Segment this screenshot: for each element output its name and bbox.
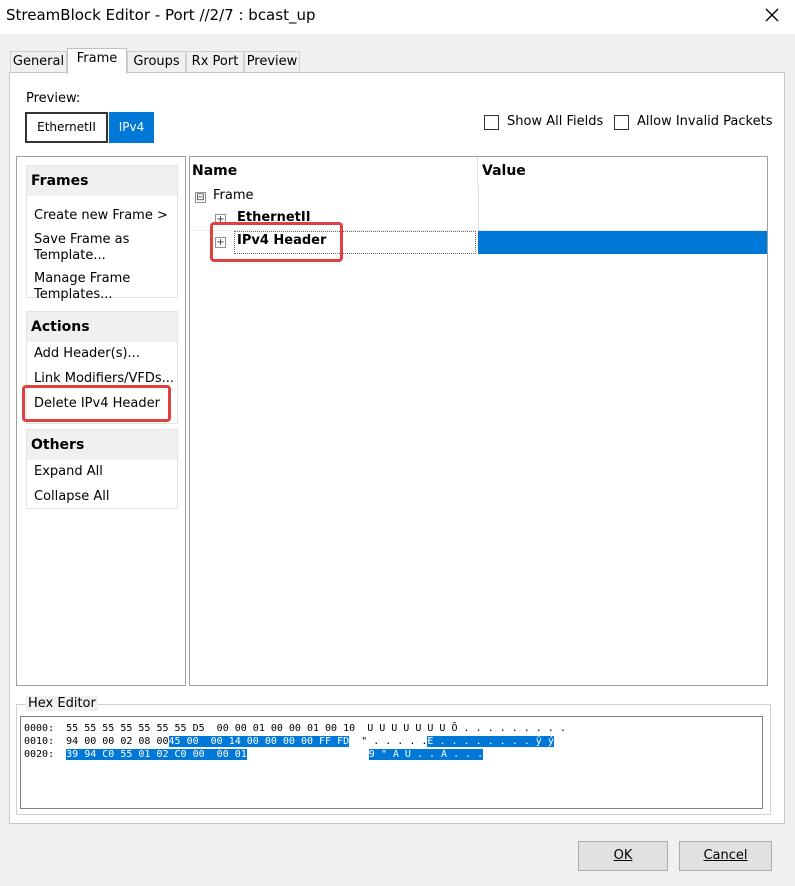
column-header-value[interactable]: Value	[482, 157, 767, 185]
hex-offset: 0000:	[24, 723, 55, 734]
frames-group-title: Frames	[27, 166, 177, 196]
checkbox-box[interactable]	[484, 115, 499, 130]
hex-line: 0000: 55 55 55 55 55 55 55 D5 00 00 01 0…	[24, 722, 566, 735]
hex-ascii: " . . . . .	[361, 736, 428, 747]
ipv4-header-highlight	[210, 222, 343, 262]
hex-editor-text[interactable]: 0000: 55 55 55 55 55 55 55 D5 00 00 01 0…	[20, 716, 763, 809]
close-icon[interactable]	[763, 6, 781, 24]
cancel-button-label: Cancel	[703, 848, 748, 863]
hex-offset: 0010:	[24, 736, 55, 747]
collapse-all-link[interactable]: Collapse All	[34, 489, 110, 505]
frames-group: Frames Create new Frame > Save Frame as …	[26, 165, 178, 302]
manage-frame-templates-link[interactable]: Manage Frame	[34, 271, 130, 287]
ok-button[interactable]: OK	[578, 841, 668, 871]
expand-all-link[interactable]: Expand All	[34, 464, 103, 480]
checkbox-label: Show All Fields	[507, 114, 604, 129]
others-group: Others Expand All Collapse All	[26, 429, 178, 509]
save-frame-as-template-link-line2[interactable]: Template...	[34, 248, 106, 264]
hex-ascii-selected: E . . . . . . . . ÿ ý	[427, 736, 554, 747]
column-divider	[478, 185, 479, 231]
hex-bytes-selected: 45 00 00 14 00 00 00 00 FF FD	[168, 736, 350, 747]
hex-bytes-selected: 39 94 C0 55 01 02 C0 00 00 01	[66, 749, 247, 760]
column-header-name[interactable]: Name	[192, 157, 478, 185]
window-title: StreamBlock Editor - Port //2/7 : bcast_…	[6, 6, 316, 24]
preview-ethernet-button[interactable]: EthernetII	[25, 112, 108, 143]
hex-ascii: U U U U U U U Õ . . . . . . . . .	[367, 723, 566, 734]
hex-bytes: 55 55 55 55 55 55 55 D5 00 00 01 00 00 0…	[66, 723, 356, 734]
tab-rx-port[interactable]: Rx Port	[186, 51, 244, 73]
create-new-frame-link[interactable]: Create new Frame >	[34, 208, 168, 224]
title-bar: StreamBlock Editor - Port //2/7 : bcast_…	[0, 0, 795, 34]
selected-value-cell[interactable]	[478, 231, 767, 254]
checkbox-label: Allow Invalid Packets	[637, 114, 773, 129]
ok-button-label: OK	[613, 848, 633, 863]
others-group-title: Others	[27, 430, 177, 460]
hex-line: 0010: 94 00 00 02 08 0045 00 00 14 00 00…	[24, 735, 554, 748]
tab-groups[interactable]: Groups	[127, 51, 186, 73]
tab-frame[interactable]: Frame	[67, 48, 127, 74]
checkbox-box[interactable]	[614, 115, 629, 130]
collapse-icon[interactable]: ⊟	[195, 192, 206, 203]
tab-general[interactable]: General	[10, 51, 67, 73]
save-frame-as-template-link[interactable]: Save Frame as	[34, 232, 129, 248]
hex-bytes: 94 00 00 02 08 00	[66, 736, 169, 747]
actions-group-title: Actions	[27, 312, 177, 342]
hex-line: 0020: 39 94 C0 55 01 02 C0 00 00 01 9 " À…	[24, 748, 484, 761]
preview-label: Preview:	[26, 91, 81, 106]
delete-ipv4-highlight	[22, 385, 171, 422]
manage-frame-templates-link-line2[interactable]: Templates...	[34, 287, 113, 303]
add-headers-link[interactable]: Add Header(s)...	[34, 346, 140, 362]
cancel-button[interactable]: Cancel	[679, 841, 772, 871]
preview-ipv4-button[interactable]: IPv4	[109, 112, 154, 143]
hex-offset: 0020:	[24, 749, 55, 760]
tab-preview[interactable]: Preview	[244, 51, 300, 73]
tree-node-label: Frame	[213, 188, 254, 203]
hex-editor-label: Hex Editor	[26, 696, 98, 711]
hex-ascii-selected: 9 " À U . . À . . .	[368, 749, 484, 760]
